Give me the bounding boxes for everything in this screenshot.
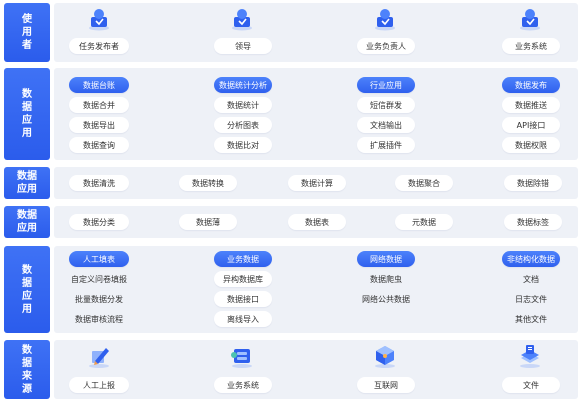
data-app-item[interactable]: 数据合并 — [69, 97, 129, 113]
collection-item[interactable]: 数据爬虫 — [352, 271, 420, 287]
label-char: 据 — [22, 102, 32, 113]
row-label-sources: 数 据 来 源 — [4, 340, 50, 399]
collection-item[interactable]: 异构数据库 — [214, 271, 272, 287]
cleaning-item[interactable]: 数据清洗 — [69, 175, 129, 191]
sources-panel: 人工上报 业务系统 互联网 文件 — [54, 340, 578, 399]
collection-item[interactable]: 离线导入 — [214, 311, 272, 327]
data-app-item[interactable]: 短信群发 — [357, 97, 415, 113]
collection-item[interactable]: 数据接口 — [214, 291, 272, 307]
label-line: 数据 — [17, 210, 37, 221]
data-app-item[interactable]: 文档输出 — [357, 117, 415, 133]
user-item[interactable]: 业务负责人 — [357, 38, 415, 54]
data-app-item[interactable]: 数据查询 — [69, 137, 129, 153]
cleaning-panel: 数据清洗 数据转换 数据计算 数据聚合 数据除错 — [54, 167, 578, 199]
label-char: 源 — [22, 383, 32, 395]
data-app-header[interactable]: 数据统计分析 — [214, 77, 272, 93]
cube-network-icon — [372, 343, 398, 369]
cleaning-item[interactable]: 数据转换 — [179, 175, 237, 191]
label-char: 数 — [22, 89, 32, 100]
data-app-item[interactable]: 分析图表 — [214, 117, 272, 133]
label-line: 数据 — [17, 171, 37, 182]
data-app-item[interactable]: 数据比对 — [214, 137, 272, 153]
row-label-cleaning: 数据 应用 — [4, 167, 50, 199]
data-app-item[interactable]: 数据权限 — [502, 137, 560, 153]
label-char: 来 — [22, 370, 32, 382]
catalog-item[interactable]: 数据标签 — [504, 214, 562, 230]
label-char: 据 — [22, 277, 32, 289]
collection-header[interactable]: 人工填表 — [69, 251, 129, 267]
label-char: 据 — [22, 357, 32, 369]
row-label-catalog: 数据 应用 — [4, 206, 50, 238]
label-line: 应用 — [17, 184, 37, 195]
user-badge-icon — [372, 6, 398, 32]
label-char: 应 — [22, 290, 32, 302]
row-label-users: 使 用 者 — [4, 3, 50, 62]
data-app-panel: 数据台账 数据合并 数据导出 数据查询 数据统计分析 数据统计 分析图表 数据比… — [54, 68, 578, 160]
file-stack-icon — [517, 343, 543, 369]
data-app-item[interactable]: 数据统计 — [214, 97, 272, 113]
cleaning-item[interactable]: 数据聚合 — [395, 175, 453, 191]
source-item[interactable]: 业务系统 — [214, 377, 272, 393]
user-item[interactable]: 业务系统 — [502, 38, 560, 54]
collection-header[interactable]: 业务数据 — [214, 251, 272, 267]
users-panel: 任务发布者 领导 业务负责人 业务系统 — [54, 3, 578, 62]
row-label-data-app: 数 据 应 用 — [4, 68, 50, 160]
user-badge-icon — [86, 6, 112, 32]
data-app-item[interactable]: 数据导出 — [69, 117, 129, 133]
user-item[interactable]: 领导 — [214, 38, 272, 54]
data-app-header[interactable]: 数据发布 — [502, 77, 560, 93]
label-line: 应用 — [17, 223, 37, 234]
collection-header[interactable]: 网络数据 — [357, 251, 415, 267]
source-item[interactable]: 互联网 — [357, 377, 415, 393]
cleaning-item[interactable]: 数据计算 — [288, 175, 346, 191]
catalog-item[interactable]: 数据表 — [288, 214, 346, 230]
data-app-header[interactable]: 数据台账 — [69, 77, 129, 93]
catalog-item[interactable]: 元数据 — [395, 214, 453, 230]
data-app-header[interactable]: 行业应用 — [357, 77, 415, 93]
label-char: 使 — [22, 14, 32, 25]
label-char: 数 — [22, 264, 32, 276]
pen-edit-icon — [86, 343, 112, 369]
label-char: 数 — [22, 344, 32, 356]
label-char: 用 — [22, 128, 32, 139]
label-char: 用 — [22, 303, 32, 315]
label-char: 者 — [22, 40, 32, 51]
user-item[interactable]: 任务发布者 — [69, 38, 129, 54]
collection-item[interactable]: 其他文件 — [502, 311, 560, 327]
row-label-collection: 数 据 应 用 — [4, 246, 50, 333]
collection-item[interactable]: 日志文件 — [502, 291, 560, 307]
catalog-item[interactable]: 数据薄 — [179, 214, 237, 230]
user-badge-icon — [229, 6, 255, 32]
catalog-panel: 数据分类 数据薄 数据表 元数据 数据标签 — [54, 206, 578, 238]
collection-item[interactable]: 网络公共数据 — [352, 291, 420, 307]
collection-item[interactable]: 自定义问卷填报 — [64, 271, 134, 287]
user-badge-icon — [517, 6, 543, 32]
collection-header[interactable]: 非结构化数据 — [502, 251, 560, 267]
collection-item[interactable]: 批量数据分发 — [64, 291, 134, 307]
server-icon — [229, 343, 255, 369]
collection-panel: 人工填表 自定义问卷填报 批量数据分发 数据审核流程 业务数据 异构数据库 数据… — [54, 246, 578, 333]
data-app-item[interactable]: API接口 — [502, 117, 560, 133]
data-app-item[interactable]: 扩展插件 — [357, 137, 415, 153]
source-item[interactable]: 人工上报 — [69, 377, 129, 393]
label-char: 应 — [22, 115, 32, 126]
cleaning-item[interactable]: 数据除错 — [504, 175, 562, 191]
data-app-item[interactable]: 数据推送 — [502, 97, 560, 113]
source-item[interactable]: 文件 — [502, 377, 560, 393]
catalog-item[interactable]: 数据分类 — [69, 214, 129, 230]
collection-item[interactable]: 数据审核流程 — [64, 311, 134, 327]
collection-item[interactable]: 文档 — [502, 271, 560, 287]
label-char: 用 — [22, 27, 32, 38]
